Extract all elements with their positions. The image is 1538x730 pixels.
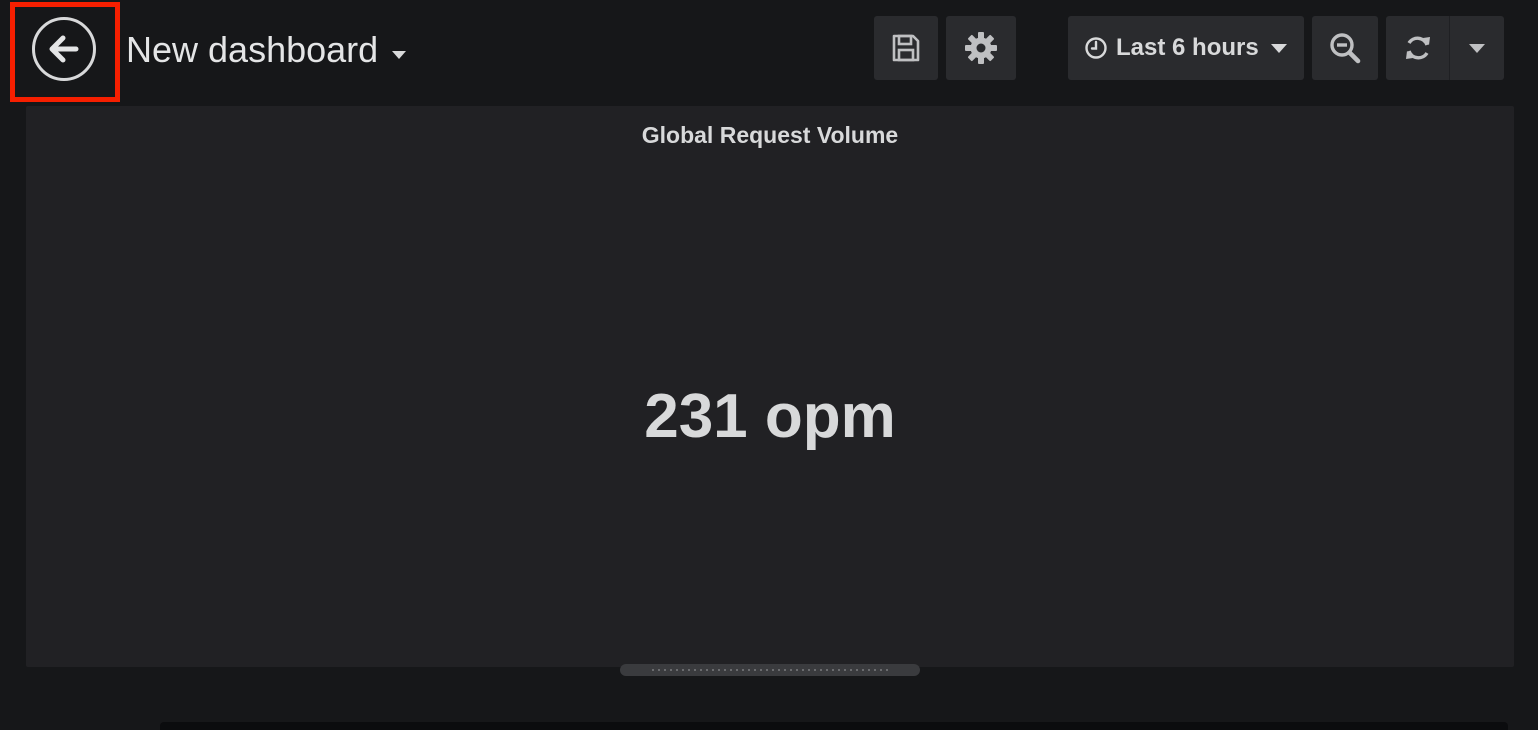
bottom-panel-edge — [160, 722, 1508, 730]
back-button[interactable] — [32, 17, 96, 81]
stat-value: 231 opm — [644, 382, 896, 451]
dashboard-title-dropdown[interactable]: New dashboard — [126, 28, 407, 72]
refresh-interval-dropdown[interactable] — [1450, 16, 1504, 80]
arrow-left-icon — [49, 35, 79, 63]
time-range-label: Last 6 hours — [1116, 34, 1259, 61]
dashboard-title: New dashboard — [126, 29, 379, 70]
panel-title[interactable]: Global Request Volume — [26, 122, 1514, 149]
dashboard-settings-button[interactable] — [946, 16, 1016, 80]
caret-down-icon — [392, 51, 407, 59]
caret-down-icon — [1469, 43, 1486, 53]
zoom-out-button[interactable] — [1312, 16, 1378, 80]
panel-resize-handle[interactable] — [620, 664, 920, 676]
resize-grip-dots — [650, 669, 890, 671]
dashboard-navbar: New dashboard Last 6 hours — [0, 0, 1538, 100]
save-dashboard-button[interactable] — [874, 16, 938, 80]
refresh-icon — [1405, 36, 1430, 60]
caret-down-icon — [1270, 43, 1287, 53]
stat-panel: Global Request Volume 231 opm — [26, 106, 1514, 667]
save-icon — [892, 34, 920, 62]
refresh-button[interactable] — [1386, 16, 1451, 80]
refresh-button-group — [1386, 16, 1504, 80]
clock-icon — [1085, 37, 1107, 59]
zoom-out-icon — [1330, 33, 1361, 64]
gear-icon — [965, 32, 997, 64]
time-range-picker[interactable]: Last 6 hours — [1068, 16, 1304, 80]
